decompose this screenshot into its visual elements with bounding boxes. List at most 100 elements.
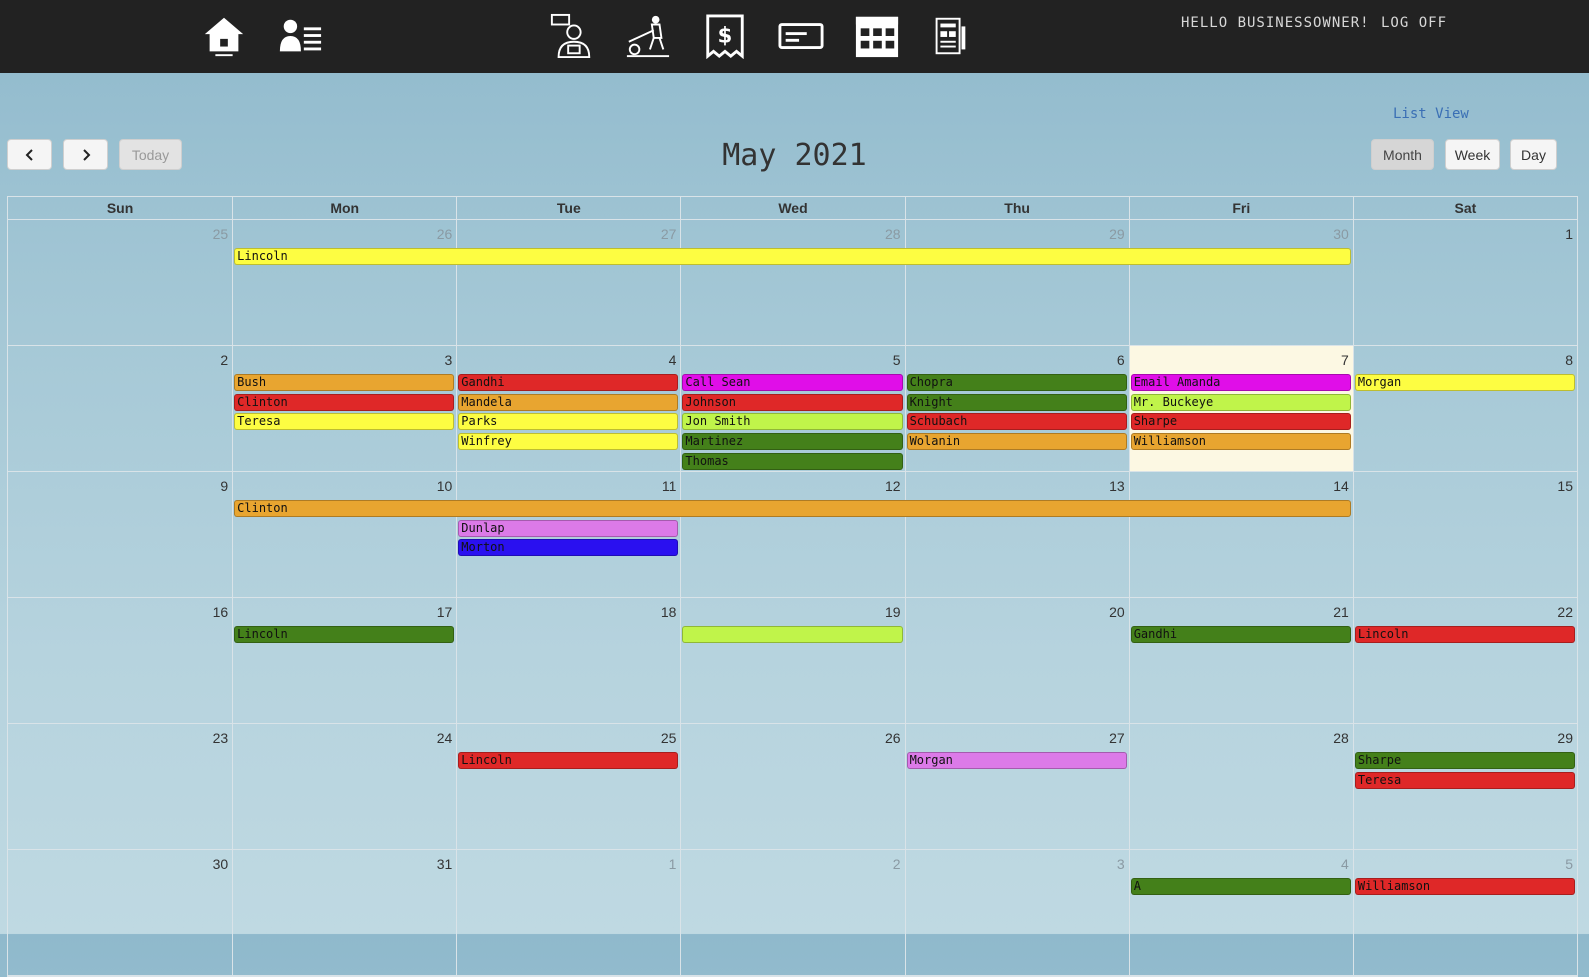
day-number[interactable]: 13: [905, 478, 1129, 494]
calendar-event[interactable]: Lincoln: [234, 626, 455, 643]
day-number[interactable]: 31: [232, 856, 456, 872]
home-icon[interactable]: [198, 10, 250, 62]
calendar-event[interactable]: Williamson: [1354, 878, 1575, 895]
day-number-row: 25 26 27 28 29 30 1: [8, 226, 1577, 242]
day-number[interactable]: 3: [905, 856, 1129, 872]
day-number[interactable]: 23: [8, 730, 232, 746]
calendar-event[interactable]: Parks: [458, 413, 679, 431]
calendar-event[interactable]: Mr. Buckeye: [1130, 393, 1351, 411]
day-number[interactable]: 25: [456, 730, 680, 746]
calendar-event[interactable]: Schubach: [906, 413, 1127, 431]
day-number[interactable]: 7: [1129, 352, 1353, 368]
calendar-event[interactable]: Email Amanda: [1130, 374, 1351, 391]
day-number[interactable]: 17: [232, 604, 456, 620]
weekday-header: Mon: [232, 197, 456, 219]
day-number[interactable]: 21: [1129, 604, 1353, 620]
calendar-event[interactable]: Teresa: [1354, 771, 1575, 789]
calendar-event[interactable]: Thomas: [682, 452, 903, 470]
day-number[interactable]: 16: [8, 604, 232, 620]
top-navbar: $ HELLO BUSINESSOWNER! LOG OFF: [0, 0, 1589, 73]
day-number[interactable]: 28: [680, 226, 904, 242]
calendar-event[interactable]: Gandhi: [1130, 626, 1351, 643]
calendar-event[interactable]: Johnson: [682, 393, 903, 411]
logoff-link[interactable]: LOG OFF: [1381, 15, 1447, 31]
day-number[interactable]: 22: [1353, 604, 1577, 620]
day-number[interactable]: 8: [1353, 352, 1577, 368]
customers-icon[interactable]: [274, 10, 326, 62]
day-number[interactable]: 18: [456, 604, 680, 620]
week-view-button[interactable]: Week: [1445, 139, 1500, 170]
day-number[interactable]: 26: [680, 730, 904, 746]
day-number[interactable]: 1: [456, 856, 680, 872]
day-number[interactable]: 30: [8, 856, 232, 872]
day-number[interactable]: 3: [232, 352, 456, 368]
day-number[interactable]: 5: [1353, 856, 1577, 872]
day-number[interactable]: 10: [232, 478, 456, 494]
calendar-event[interactable]: Gandhi: [458, 374, 679, 391]
calendar-event[interactable]: Teresa: [234, 413, 455, 431]
calendar-event[interactable]: Knight: [906, 393, 1127, 411]
calendar-event[interactable]: Wolanin: [906, 433, 1127, 451]
calendar-event[interactable]: Mandela: [458, 393, 679, 411]
calendar-event[interactable]: Lincoln: [234, 248, 1351, 265]
day-number[interactable]: 4: [1129, 856, 1353, 872]
day-number[interactable]: 19: [680, 604, 904, 620]
weekday-header: Wed: [680, 197, 904, 219]
day-view-button[interactable]: Day: [1510, 139, 1557, 170]
payment-card-icon[interactable]: [775, 10, 827, 62]
day-number[interactable]: 25: [8, 226, 232, 242]
invoice-icon[interactable]: $: [699, 10, 751, 62]
day-number[interactable]: 11: [456, 478, 680, 494]
weekday-header: Fri: [1128, 197, 1353, 219]
calendar-event[interactable]: Clinton: [234, 500, 1351, 517]
week-row: 9 10 11 12 13 14 15 Clinton Dunlap Morton: [8, 472, 1577, 598]
calendar-event[interactable]: [682, 626, 903, 643]
day-number[interactable]: 30: [1129, 226, 1353, 242]
calendar-event[interactable]: Morgan: [906, 752, 1127, 769]
calendar-event[interactable]: Dunlap: [458, 519, 679, 537]
calendar-event[interactable]: Bush: [234, 374, 455, 391]
list-view-link[interactable]: List View: [1393, 106, 1469, 122]
day-number[interactable]: 29: [1353, 730, 1577, 746]
calendar-event[interactable]: Sharpe: [1130, 413, 1351, 431]
calendar-event[interactable]: Morton: [458, 539, 679, 557]
calendar-event[interactable]: Jon Smith: [682, 413, 903, 431]
jobs-icon[interactable]: [924, 10, 976, 62]
day-number[interactable]: 6: [905, 352, 1129, 368]
landscaping-icon[interactable]: [622, 10, 674, 62]
weekday-header-row: Sun Mon Tue Wed Thu Fri Sat: [8, 197, 1577, 220]
calendar-event[interactable]: Sharpe: [1354, 752, 1575, 769]
day-number[interactable]: 24: [232, 730, 456, 746]
calendar-icon[interactable]: [851, 10, 903, 62]
day-number[interactable]: 5: [680, 352, 904, 368]
day-number[interactable]: 4: [456, 352, 680, 368]
day-number[interactable]: 28: [1129, 730, 1353, 746]
day-number[interactable]: 27: [905, 730, 1129, 746]
calendar-event[interactable]: Clinton: [234, 393, 455, 411]
day-number[interactable]: 12: [680, 478, 904, 494]
calendar-event[interactable]: Lincoln: [458, 752, 679, 769]
calendar-event[interactable]: Lincoln: [1354, 626, 1575, 643]
calendar-event[interactable]: Winfrey: [458, 433, 679, 451]
calendar-event[interactable]: Chopra: [906, 374, 1127, 391]
calendar-event[interactable]: Morgan: [1354, 374, 1575, 391]
calendar-event[interactable]: Call Sean: [682, 374, 903, 391]
day-number[interactable]: 20: [905, 604, 1129, 620]
day-number[interactable]: 26: [232, 226, 456, 242]
day-number-row: 30 31 1 2 3 4 5: [8, 856, 1577, 872]
day-number[interactable]: 1: [1353, 226, 1577, 242]
day-number[interactable]: 27: [456, 226, 680, 242]
day-number[interactable]: 14: [1129, 478, 1353, 494]
month-view-button[interactable]: Month: [1371, 139, 1434, 170]
day-number[interactable]: 9: [8, 478, 232, 494]
calendar-event[interactable]: A: [1130, 878, 1351, 895]
day-number[interactable]: 29: [905, 226, 1129, 242]
calendar-event[interactable]: Martinez: [682, 433, 903, 451]
day-number[interactable]: 15: [1353, 478, 1577, 494]
day-number[interactable]: 2: [680, 856, 904, 872]
day-number[interactable]: 2: [8, 352, 232, 368]
week-row: 23 24 25 26 27 28 29 Lincoln Morgan Sharpe Teresa: [8, 724, 1577, 850]
greeting-text: HELLO BUSINESSOWNER!: [1181, 15, 1370, 31]
calendar-event[interactable]: Williamson: [1130, 433, 1351, 451]
sales-icon[interactable]: [546, 10, 598, 62]
